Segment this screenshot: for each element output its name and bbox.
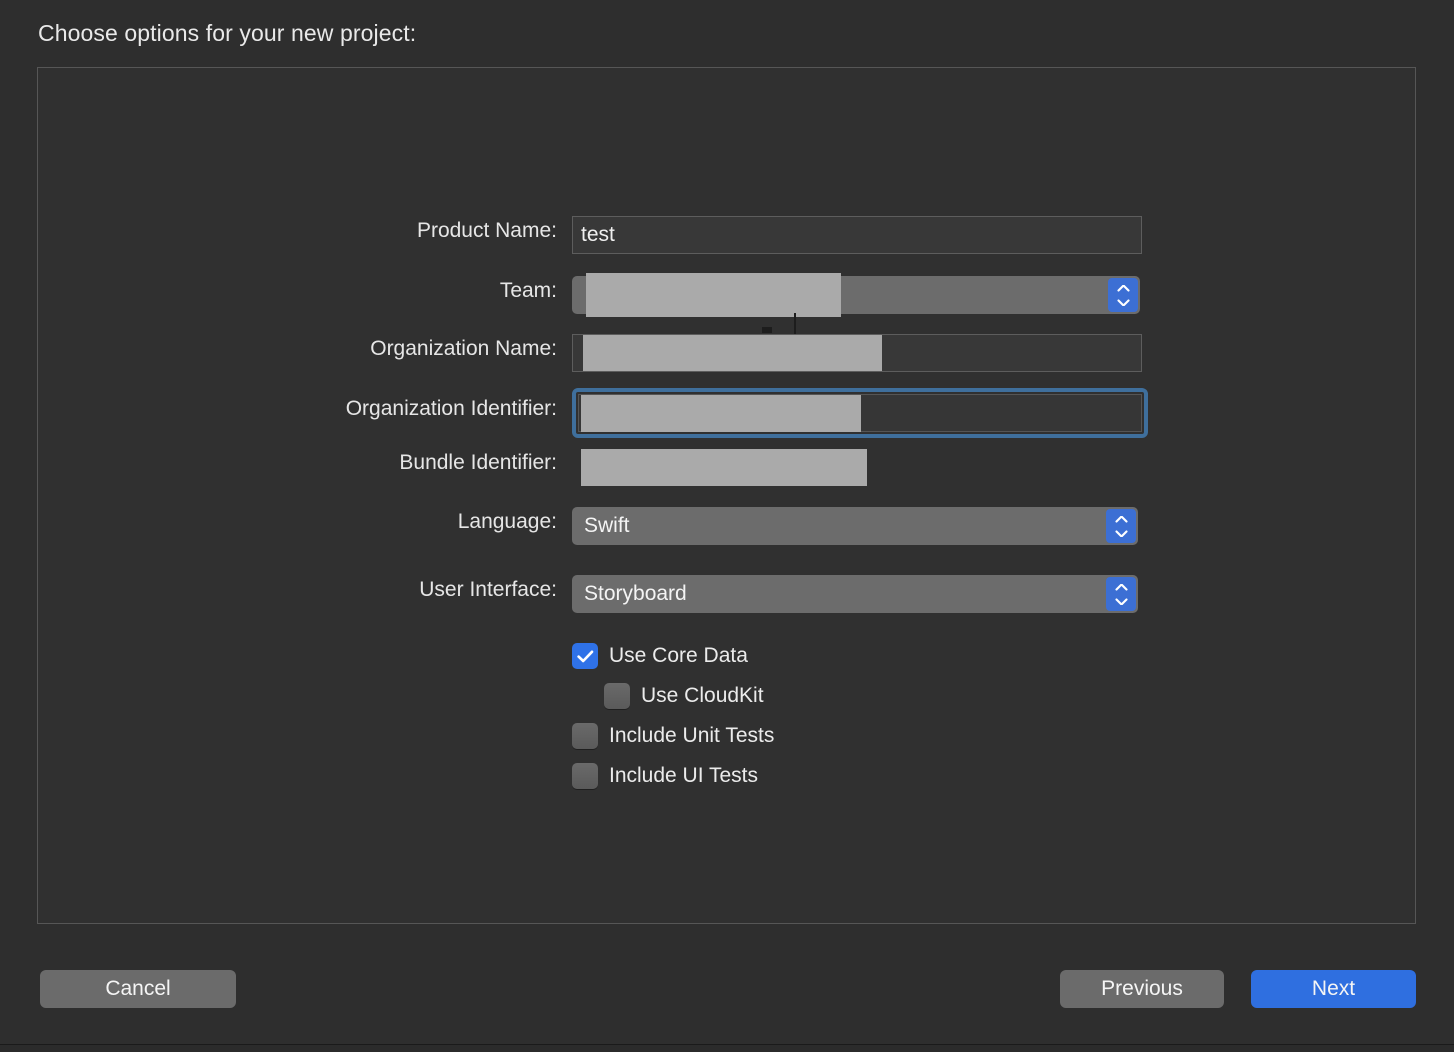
previous-button[interactable]: Previous bbox=[1060, 970, 1224, 1008]
label-bundle-identifier: Bundle Identifier: bbox=[399, 451, 557, 474]
stepper-icon[interactable] bbox=[1106, 509, 1136, 543]
language-popup-value: Swift bbox=[584, 514, 630, 537]
checkbox-row-include-ui-tests[interactable]: Include UI Tests bbox=[572, 763, 758, 789]
language-popup-button[interactable]: Swift bbox=[572, 507, 1138, 545]
field-team-wrap bbox=[572, 276, 1140, 314]
label-language: Language: bbox=[457, 510, 557, 533]
field-language-wrap: Swift bbox=[572, 507, 1138, 545]
checkbox-row-use-cloudkit[interactable]: Use CloudKit bbox=[604, 683, 764, 709]
label-team: Team: bbox=[499, 279, 557, 302]
field-user-interface-wrap: Storyboard bbox=[572, 575, 1138, 613]
organization-name-input[interactable] bbox=[572, 334, 1142, 372]
checkbox-use-core-data[interactable] bbox=[572, 643, 598, 669]
label-user-interface: User Interface: bbox=[419, 578, 557, 601]
field-organization-identifier-wrap bbox=[572, 388, 1148, 438]
checkbox-include-ui-tests[interactable] bbox=[572, 763, 598, 789]
user-interface-popup-button[interactable]: Storyboard bbox=[572, 575, 1138, 613]
bundle-identifier-value bbox=[572, 448, 1142, 486]
cancel-button[interactable]: Cancel bbox=[40, 970, 236, 1008]
focus-ring bbox=[572, 388, 1148, 438]
field-organization-name-wrap bbox=[572, 334, 1142, 372]
field-product-name-wrap: test bbox=[572, 216, 1142, 254]
checkbox-label-use-cloudkit: Use CloudKit bbox=[641, 684, 764, 707]
text-caret-artifact-tick bbox=[762, 327, 772, 333]
stepper-icon[interactable] bbox=[1108, 278, 1138, 312]
product-name-input[interactable]: test bbox=[572, 216, 1142, 254]
page-title: Choose options for your new project: bbox=[38, 20, 417, 46]
checkbox-label-use-core-data: Use Core Data bbox=[609, 644, 748, 667]
stepper-icon[interactable] bbox=[1106, 577, 1136, 611]
organization-identifier-input[interactable] bbox=[578, 394, 1142, 432]
label-product-name: Product Name: bbox=[416, 219, 557, 242]
label-organization-name: Organization Name: bbox=[370, 337, 557, 360]
checkbox-include-unit-tests[interactable] bbox=[572, 723, 598, 749]
options-panel bbox=[37, 67, 1416, 924]
window-bottom-strip bbox=[0, 1045, 1454, 1052]
checkbox-use-cloudkit[interactable] bbox=[604, 683, 630, 709]
label-organization-identifier: Organization Identifier: bbox=[345, 397, 557, 420]
checkbox-row-include-unit-tests[interactable]: Include Unit Tests bbox=[572, 723, 774, 749]
checkbox-label-include-ui-tests: Include UI Tests bbox=[609, 764, 759, 787]
team-popup-button[interactable] bbox=[572, 276, 1140, 314]
checkbox-label-include-unit-tests: Include Unit Tests bbox=[609, 724, 775, 747]
next-button[interactable]: Next bbox=[1251, 970, 1416, 1008]
field-bundle-identifier-wrap bbox=[572, 448, 1142, 486]
user-interface-popup-value: Storyboard bbox=[584, 582, 687, 605]
window-bottom-edge bbox=[0, 1044, 1454, 1045]
checkbox-row-use-core-data[interactable]: Use Core Data bbox=[572, 643, 748, 669]
